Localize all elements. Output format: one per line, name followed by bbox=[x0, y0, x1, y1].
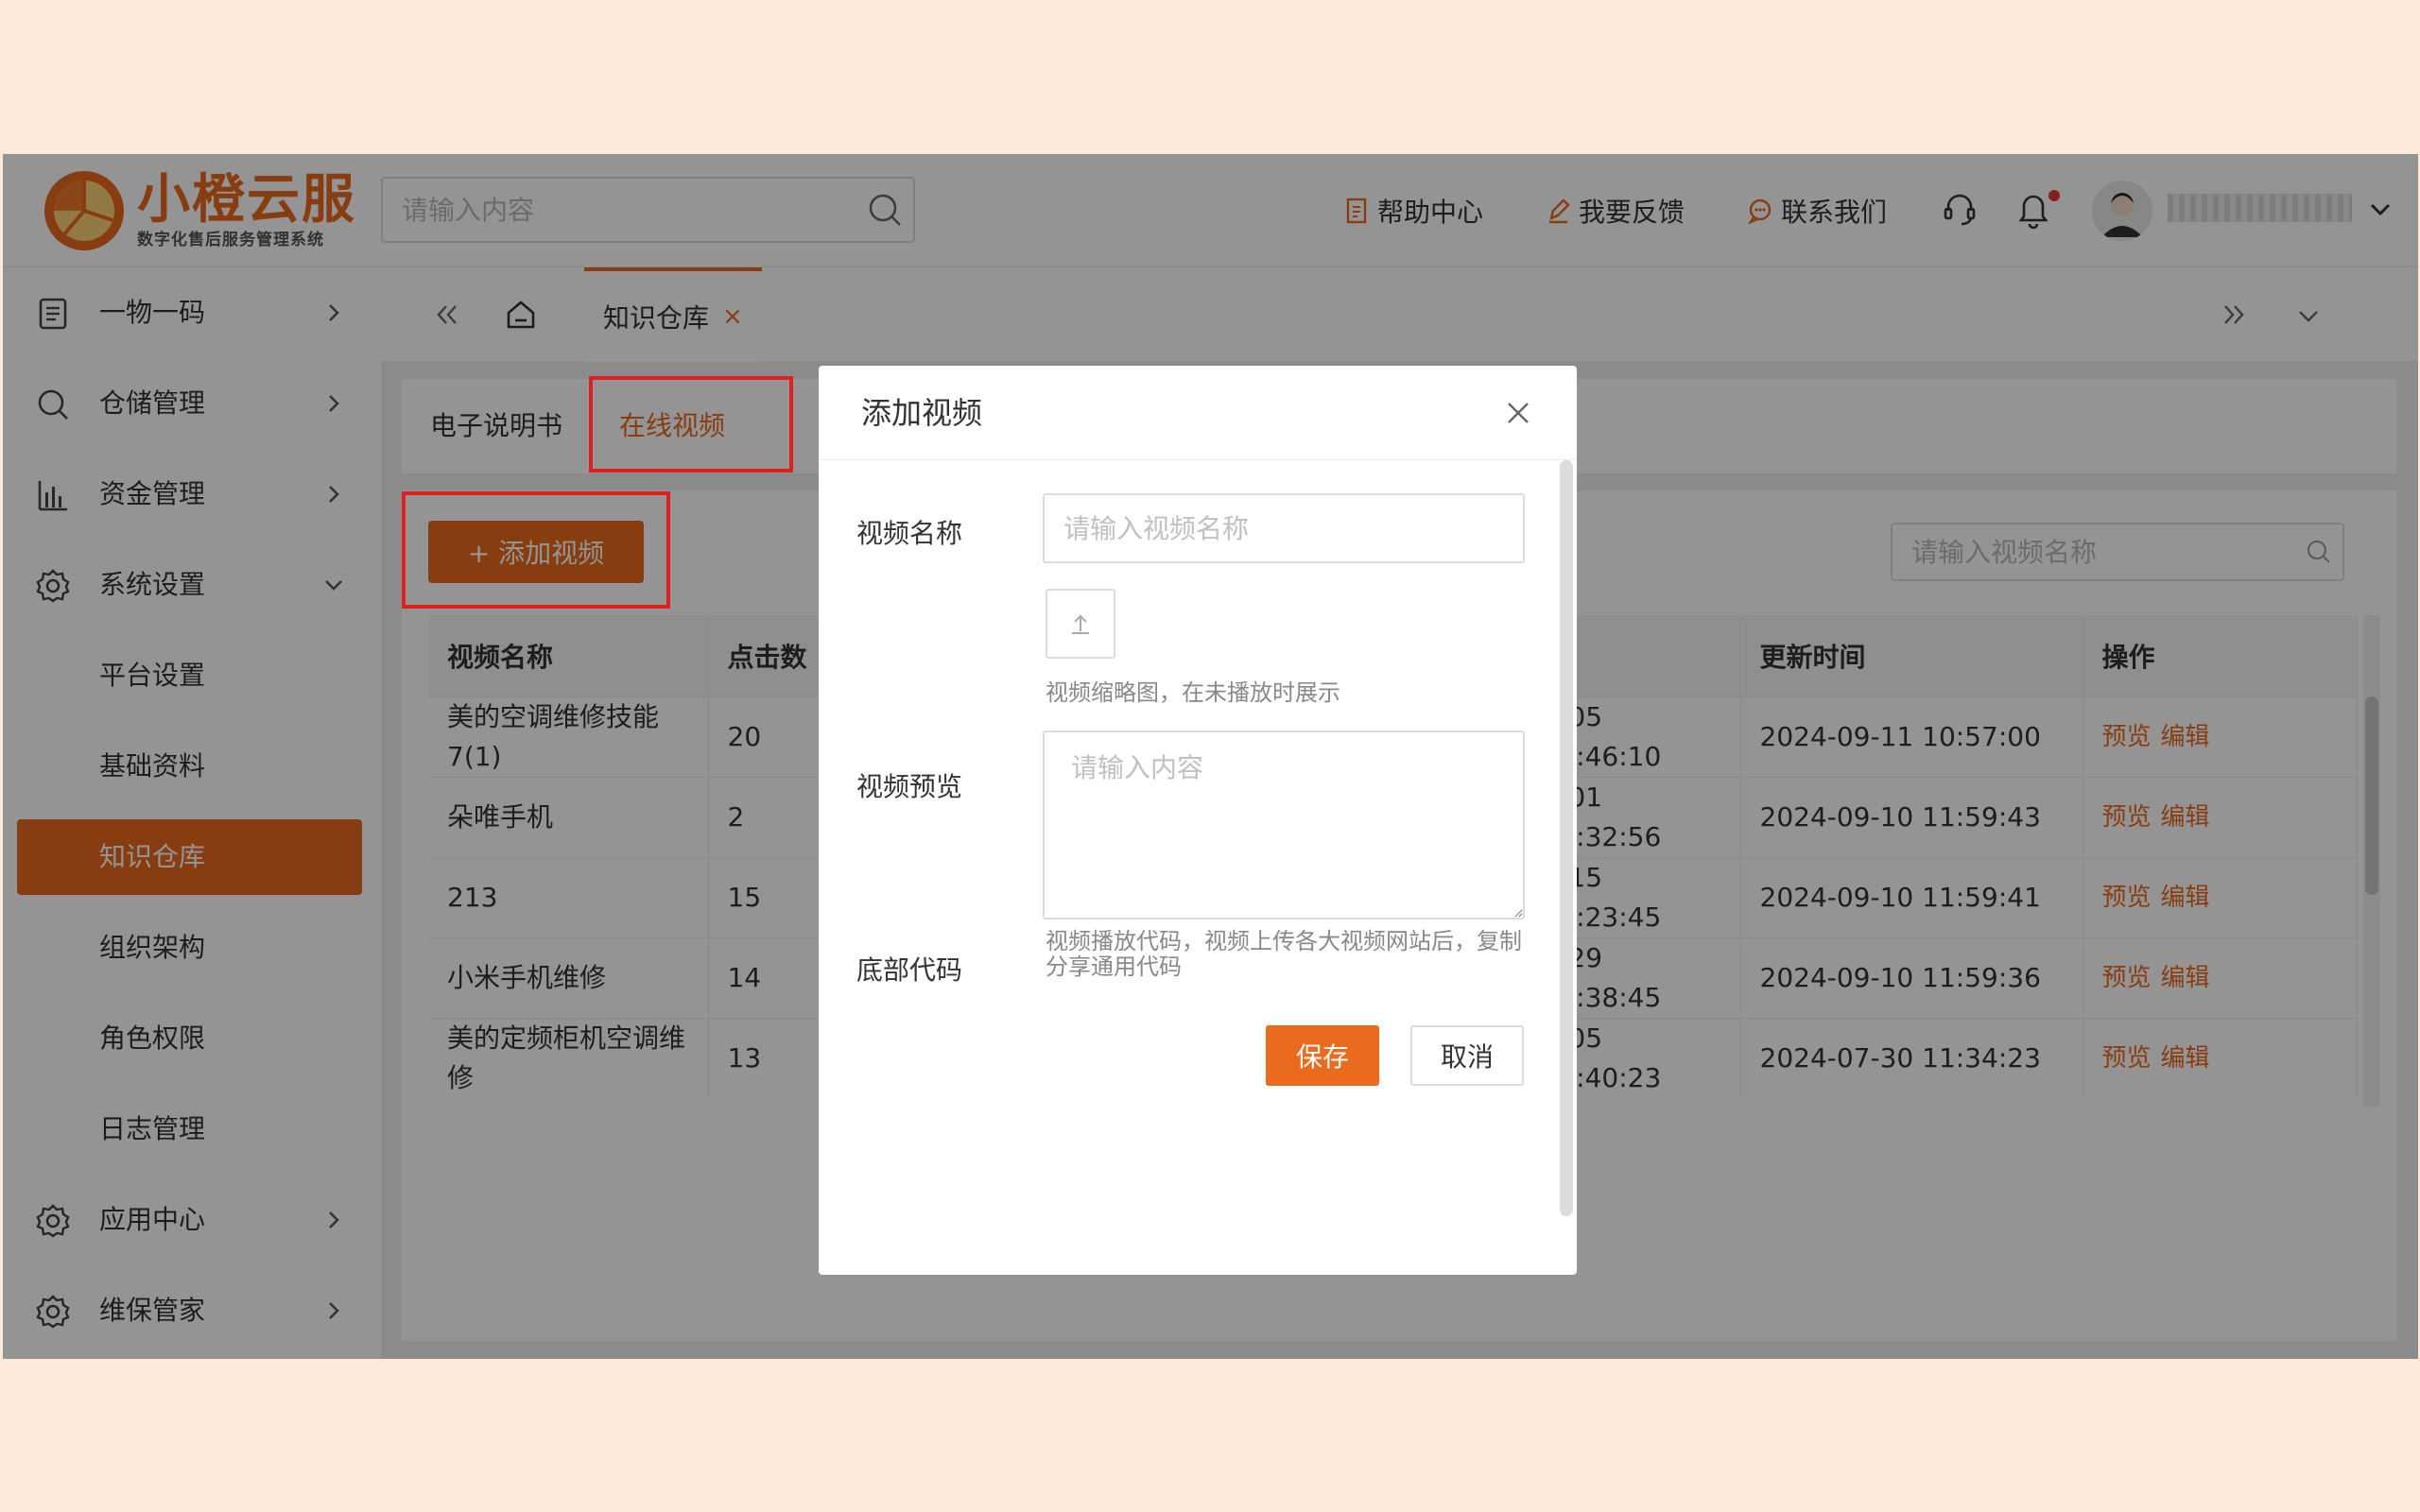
video-name-input[interactable] bbox=[1043, 493, 1525, 563]
upload-icon bbox=[1072, 614, 1089, 634]
embed-code-hint: 视频播放代码，视频上传各大视频网站后，复制分享通用代码 bbox=[1046, 928, 1522, 980]
dialog-title: 添加视频 bbox=[861, 395, 983, 431]
highlight-add-video-button bbox=[402, 491, 670, 609]
embed-code-label: 底部代码 bbox=[856, 954, 963, 986]
dialog-scrollbar[interactable] bbox=[1560, 460, 1573, 1216]
save-button[interactable]: 保存 bbox=[1266, 1025, 1379, 1086]
highlight-online-video-tab bbox=[589, 376, 793, 472]
dialog-header: 添加视频 bbox=[819, 366, 1577, 460]
video-preview-label: 视频预览 bbox=[856, 771, 963, 802]
add-video-dialog: 添加视频 视频名称 视频预览 视频缩略图，在未播放时展示 底部代码 视频播放代码… bbox=[819, 366, 1577, 1275]
video-preview-hint: 视频缩略图，在未播放时展示 bbox=[1046, 679, 1340, 706]
app-window: 小橙云服 数字化售后服务管理系统 帮助中心 我要反馈 联系我们 bbox=[3, 154, 2418, 1359]
video-name-label: 视频名称 bbox=[856, 518, 963, 549]
close-icon[interactable] bbox=[1499, 394, 1537, 432]
upload-thumbnail-button[interactable] bbox=[1046, 589, 1115, 659]
embed-code-textarea[interactable] bbox=[1043, 730, 1525, 919]
scrollbar-thumb[interactable] bbox=[1560, 460, 1573, 1216]
cancel-button[interactable]: 取消 bbox=[1410, 1025, 1524, 1086]
